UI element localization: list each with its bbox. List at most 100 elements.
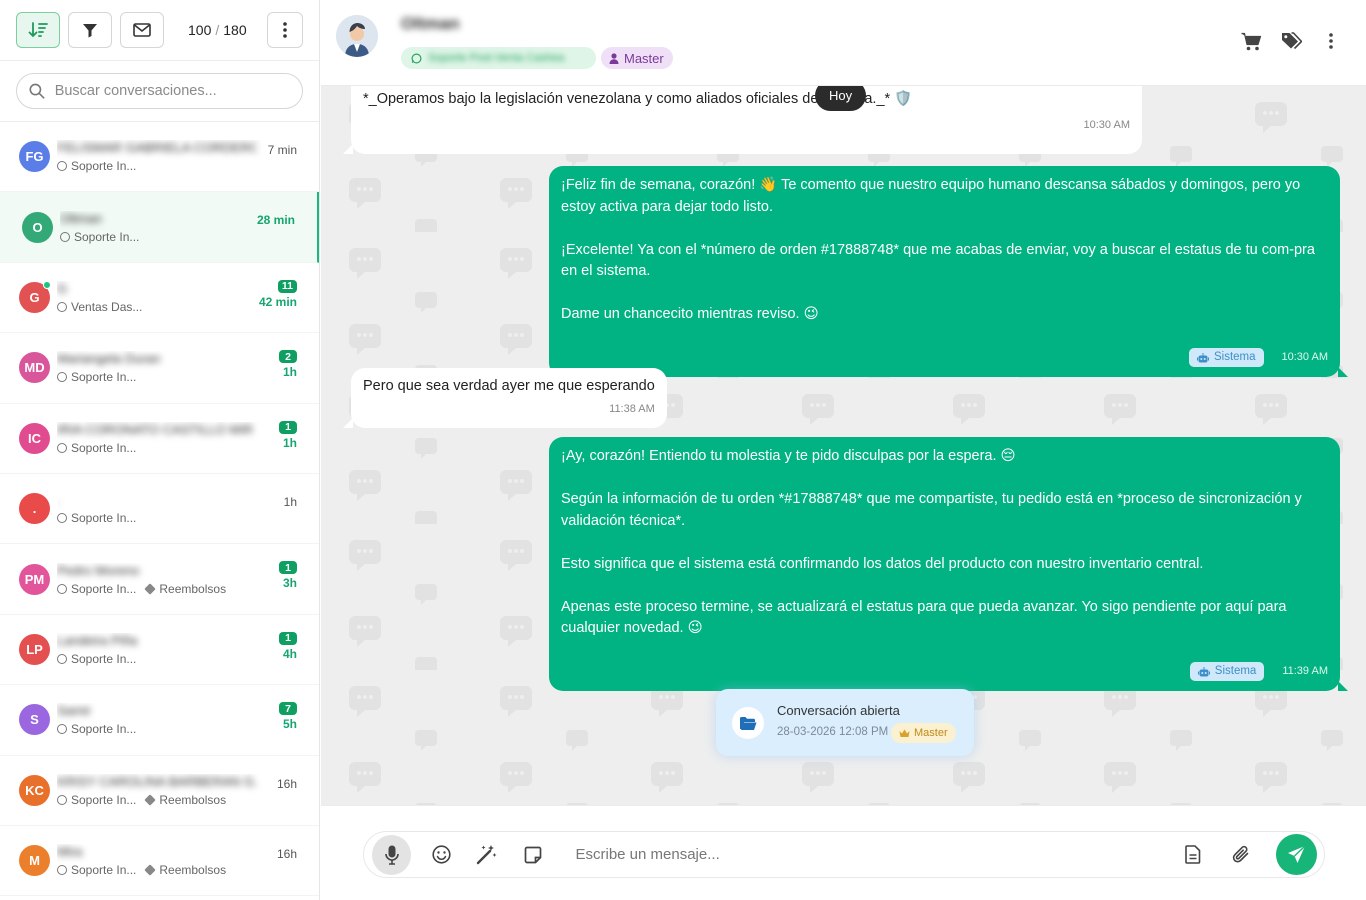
header-actions: [1240, 30, 1342, 52]
conversation-tag: Reembolsos: [159, 792, 227, 807]
message-text: Pero que sea verdad ayer me que esperand…: [363, 378, 655, 394]
user-avatar-icon: [336, 15, 378, 57]
conversation-item[interactable]: PM Pedro Moreno Soporte In... Reembolsos 1 3h: [0, 544, 319, 615]
conversation-meta: Soporte In...: [60, 230, 295, 244]
conversation-avatar: MD: [19, 352, 50, 384]
filter-button[interactable]: [68, 12, 112, 48]
whatsapp-icon: [57, 583, 67, 594]
conversation-item[interactable]: MD Mariangela Duran Soporte In... 2 1h: [0, 333, 319, 404]
conversation-channel: Soporte In...: [74, 229, 140, 244]
conversation-meta: Soporte In... Reembolsos: [57, 863, 297, 877]
day-separator: Hoy: [815, 86, 867, 111]
system-chip-label: Sistema: [1213, 351, 1256, 363]
conversation-status: 7 5h: [279, 699, 297, 731]
conversation-meta: Soporte In...: [57, 159, 297, 173]
avatar-initials: LP: [26, 641, 43, 657]
conversation-time: 7 min: [267, 143, 297, 157]
channel-chip: Soporte Post-Venta Cashea: [401, 47, 596, 69]
conversation-item[interactable]: O Oltman Soporte In... 28 min: [0, 192, 319, 263]
conversation-channel: Soporte In...: [71, 511, 137, 526]
conversation-channel: Soporte In...: [71, 370, 137, 385]
event-date: 28-03-2026 12:08 PM: [777, 726, 889, 738]
search-icon: [29, 83, 45, 99]
outgoing-message[interactable]: ¡Ay, corazón! Entiendo tu molestia y te …: [549, 437, 1348, 691]
message-paragraph: Apenas este proceso termine, se actualiz…: [561, 598, 1287, 637]
whatsapp-icon: [411, 53, 422, 63]
conversation-item[interactable]: LP Landeira Piña Soporte In... 1 4h: [0, 615, 319, 686]
voice-record-button[interactable]: [372, 834, 412, 875]
chat-header: Oltman Soporte Post-Venta Cashea Master: [321, 0, 1366, 86]
conversation-item[interactable]: S Samir Soporte In... 7 5h: [0, 685, 319, 756]
outgoing-message[interactable]: ¡Feliz fin de semana, corazón! 👋 Te come…: [549, 166, 1348, 377]
conversation-avatar: .: [19, 493, 50, 525]
chat-panel: Oltman Soporte Post-Venta Cashea Master: [321, 0, 1366, 900]
sort-button[interactable]: [16, 12, 60, 48]
conversation-name: Landeira Piña: [57, 632, 138, 648]
kebab-icon: [1329, 33, 1333, 49]
conversation-time: 3h: [282, 576, 297, 591]
quick-notes-button[interactable]: [520, 842, 546, 868]
conversation-item[interactable]: KC KRISY CAROLINA BARBERAN G. Soporte In..…: [0, 756, 319, 826]
message-paragraph: Según la información de tu orden *#17888…: [561, 491, 1302, 529]
user-icon: [609, 52, 619, 64]
send-button[interactable]: [1276, 834, 1317, 875]
messages-area[interactable]: *_Operamos bajo la legislación venezolan…: [321, 86, 1366, 805]
cart-button[interactable]: [1240, 30, 1262, 52]
inbox-button[interactable]: [120, 12, 164, 48]
role-chip: Master: [601, 47, 673, 69]
incoming-message[interactable]: Pero que sea verdad ayer me que esperand…: [343, 368, 667, 428]
conversation-time: 4h: [282, 646, 297, 661]
whatsapp-icon: [57, 653, 67, 664]
chat-menu-button[interactable]: [1320, 30, 1342, 52]
tags-icon: [1281, 32, 1302, 50]
avatar-initials: FG: [25, 149, 44, 165]
conversation-name: Samir: [57, 703, 91, 719]
tags-button[interactable]: [1280, 30, 1302, 52]
template-button[interactable]: [1180, 842, 1206, 868]
conversation-time: 1h: [282, 435, 297, 450]
unread-badge: 1: [279, 420, 297, 434]
incoming-message[interactable]: *_Operamos bajo la legislación venezolan…: [343, 86, 1142, 154]
conversation-name: KRISY CAROLINA BARBERAN G.: [57, 773, 257, 789]
conversation-item[interactable]: FG FELISMAR GABRIELA CORDERO Soporte In...…: [0, 122, 319, 193]
unread-badge: 11: [277, 279, 297, 293]
conversation-time: 16h: [276, 846, 297, 861]
conversation-avatar: O: [22, 211, 53, 243]
search-input[interactable]: [54, 83, 290, 99]
whatsapp-icon: [57, 724, 67, 735]
conversation-status: 16h: [277, 770, 297, 791]
conversation-item[interactable]: IC IRIA CORONATO CASTILLO MIR Soporte In..…: [0, 404, 319, 474]
conversation-time: 1h: [282, 365, 297, 380]
emoji-button[interactable]: [428, 842, 454, 868]
cart-icon: [1241, 32, 1261, 50]
sidebar-menu-button[interactable]: [267, 12, 303, 48]
conversation-event-card: Conversación abierta 28-03-2026 12:08 PM…: [716, 689, 974, 756]
message-input[interactable]: [575, 846, 1158, 863]
folder-open-icon: [740, 716, 757, 730]
contact-avatar[interactable]: [336, 15, 378, 57]
tag-icon: [144, 794, 157, 806]
unread-badge: 1: [279, 561, 297, 575]
conversation-item[interactable]: .. Soporte In... 1h: [0, 474, 319, 545]
conversation-avatar: KC: [19, 774, 50, 806]
system-chip: Sistema: [1189, 662, 1265, 682]
conversation-name: Mira: [57, 844, 83, 860]
conversation-item[interactable]: M Mira Soporte In... Reembolsos 16h: [0, 826, 319, 897]
conversation-body: Mira Soporte In... Reembolsos: [57, 844, 297, 877]
unread-badge: 7: [279, 702, 297, 716]
conversation-body: Landeira Piña Soporte In...: [57, 633, 297, 666]
conversation-channel: Soporte In...: [71, 159, 137, 174]
event-role-label: Master: [914, 727, 948, 739]
conversation-avatar: IC: [19, 422, 50, 454]
send-icon: [1288, 845, 1306, 863]
robot-icon: [1197, 666, 1210, 677]
message-paragraph: ¡Feliz fin de semana, corazón! 👋 Te come…: [561, 177, 1301, 215]
conversation-item[interactable]: G G Ventas Das... 11 42 min: [0, 263, 319, 334]
tag-icon: [144, 582, 157, 595]
ai-assist-button[interactable]: [474, 842, 500, 868]
whatsapp-icon: [57, 442, 67, 453]
attach-button[interactable]: [1228, 842, 1254, 868]
whatsapp-icon: [57, 513, 67, 524]
whatsapp-icon: [57, 794, 67, 805]
conversation-body: IRIA CORONATO CASTILLO MIR Soporte In...: [57, 422, 297, 455]
